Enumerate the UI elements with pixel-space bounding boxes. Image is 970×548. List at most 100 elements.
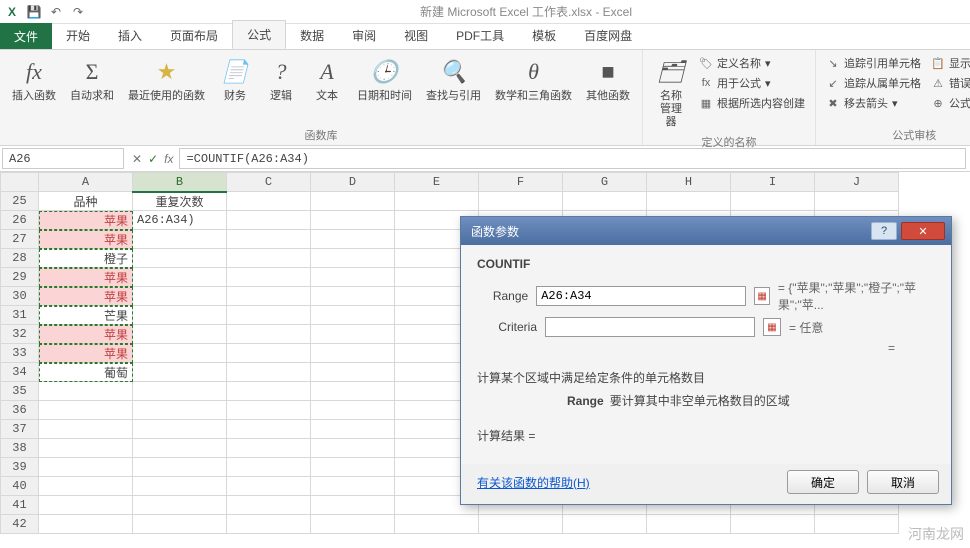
row-header[interactable]: 31	[1, 306, 39, 325]
cell[interactable]	[479, 192, 563, 211]
cell[interactable]	[311, 287, 395, 306]
tab-layout[interactable]: 页面布局	[156, 22, 232, 49]
cell[interactable]	[39, 496, 133, 515]
cell[interactable]	[133, 496, 227, 515]
name-box[interactable]: A26	[2, 148, 124, 169]
cell[interactable]	[227, 211, 311, 230]
trace-precedents-item[interactable]: ↘追踪引用单元格	[824, 54, 923, 72]
tab-home[interactable]: 开始	[52, 22, 104, 49]
cell[interactable]	[479, 515, 563, 534]
cell[interactable]	[227, 192, 311, 211]
row-header[interactable]: 29	[1, 268, 39, 287]
cell[interactable]	[133, 439, 227, 458]
ok-button[interactable]: 确定	[787, 470, 859, 494]
row-header[interactable]: 27	[1, 230, 39, 249]
row-header[interactable]: 36	[1, 401, 39, 420]
cell[interactable]	[395, 515, 479, 534]
lookup-button[interactable]: 🔍查找与引用	[422, 54, 485, 105]
cell[interactable]	[227, 249, 311, 268]
cell[interactable]	[133, 287, 227, 306]
cell[interactable]	[311, 306, 395, 325]
criteria-input[interactable]	[545, 317, 755, 337]
cell[interactable]	[311, 458, 395, 477]
cell[interactable]	[227, 439, 311, 458]
cell[interactable]: 橙子	[39, 249, 133, 268]
row-header[interactable]: 28	[1, 249, 39, 268]
cell[interactable]	[227, 420, 311, 439]
cell[interactable]	[133, 306, 227, 325]
cell[interactable]	[311, 344, 395, 363]
col-header-A[interactable]: A	[39, 173, 133, 192]
tab-data[interactable]: 数据	[286, 22, 338, 49]
cell[interactable]	[815, 192, 899, 211]
cell[interactable]: 苹果	[39, 211, 133, 230]
cell[interactable]	[311, 477, 395, 496]
logical-button[interactable]: ?逻辑	[261, 54, 301, 105]
formula-input[interactable]: =COUNTIF(A26:A34)	[179, 148, 966, 169]
financial-button[interactable]: 📄财务	[215, 54, 255, 105]
cell[interactable]: 品种	[39, 192, 133, 211]
cell[interactable]	[133, 477, 227, 496]
col-header-G[interactable]: G	[563, 173, 647, 192]
save-icon[interactable]: 💾	[26, 4, 42, 20]
cell[interactable]: 重复次数	[133, 192, 227, 211]
math-button[interactable]: θ数学和三角函数	[491, 54, 576, 105]
cell[interactable]	[227, 230, 311, 249]
cell[interactable]	[311, 192, 395, 211]
cell[interactable]	[133, 458, 227, 477]
cell[interactable]	[133, 382, 227, 401]
error-check-item[interactable]: ⚠错误检查▾	[929, 74, 970, 92]
row-header[interactable]: 32	[1, 325, 39, 344]
recent-fn-button[interactable]: ★ 最近使用的函数	[124, 54, 209, 105]
cell[interactable]	[39, 401, 133, 420]
cell[interactable]	[731, 515, 815, 534]
cell[interactable]	[563, 192, 647, 211]
cancel-button[interactable]: 取消	[867, 470, 939, 494]
row-header[interactable]: 40	[1, 477, 39, 496]
cell[interactable]	[227, 496, 311, 515]
cell[interactable]	[133, 420, 227, 439]
cell[interactable]: 苹果	[39, 287, 133, 306]
function-arguments-dialog[interactable]: 函数参数 ? ✕ COUNTIF Range ▦ = {"苹果";"苹果";"橙…	[460, 216, 952, 505]
cell[interactable]	[133, 363, 227, 382]
enter-formula-icon[interactable]: ✓	[148, 152, 158, 166]
cell[interactable]	[815, 515, 899, 534]
redo-icon[interactable]: ↷	[70, 4, 86, 20]
range-input[interactable]	[536, 286, 746, 306]
show-formulas-item[interactable]: 📋显示公式	[929, 54, 970, 72]
cell[interactable]	[311, 211, 395, 230]
row-header[interactable]: 37	[1, 420, 39, 439]
cell[interactable]	[133, 230, 227, 249]
cell[interactable]	[227, 306, 311, 325]
col-header-D[interactable]: D	[311, 173, 395, 192]
cell[interactable]	[133, 401, 227, 420]
cell[interactable]	[39, 439, 133, 458]
file-tab[interactable]: 文件	[0, 23, 52, 49]
row-header[interactable]: 30	[1, 287, 39, 306]
cell[interactable]	[39, 382, 133, 401]
row-header[interactable]: 26	[1, 211, 39, 230]
criteria-picker-icon[interactable]: ▦	[763, 318, 781, 336]
cell[interactable]	[311, 401, 395, 420]
fx-bar-icon[interactable]: fx	[164, 152, 173, 166]
cell[interactable]	[311, 420, 395, 439]
create-from-selection-item[interactable]: ▦根据所选内容创建	[697, 94, 807, 112]
tab-formulas[interactable]: 公式	[232, 20, 286, 49]
cell[interactable]	[227, 382, 311, 401]
dialog-titlebar[interactable]: 函数参数 ? ✕	[461, 217, 951, 245]
tab-review[interactable]: 审阅	[338, 22, 390, 49]
cell[interactable]	[563, 515, 647, 534]
row-header[interactable]: 39	[1, 458, 39, 477]
col-header-E[interactable]: E	[395, 173, 479, 192]
row-header[interactable]: 41	[1, 496, 39, 515]
col-header-B[interactable]: B	[133, 173, 227, 192]
dialog-close-button[interactable]: ✕	[901, 222, 945, 240]
text-button[interactable]: A文本	[307, 54, 347, 105]
cell[interactable]	[227, 363, 311, 382]
cell[interactable]: A26:A34)	[133, 211, 227, 230]
row-header[interactable]: 38	[1, 439, 39, 458]
cell[interactable]	[647, 515, 731, 534]
cell[interactable]	[395, 192, 479, 211]
cell[interactable]	[311, 363, 395, 382]
tab-view[interactable]: 视图	[390, 22, 442, 49]
